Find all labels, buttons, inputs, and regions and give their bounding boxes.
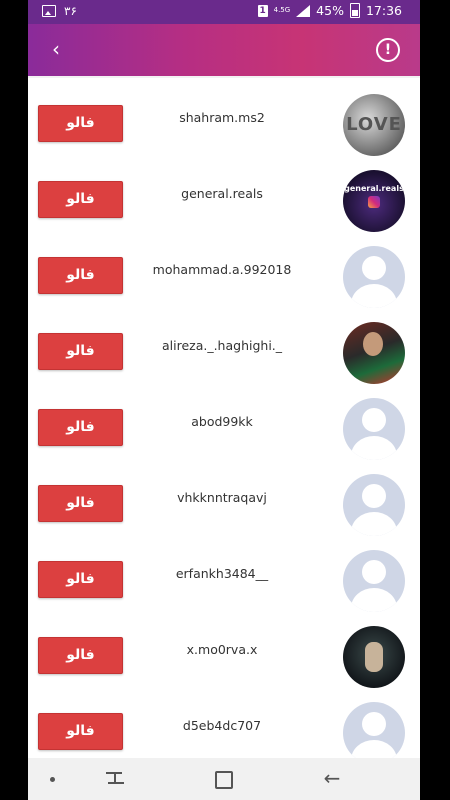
clock: 17:36	[365, 3, 402, 18]
username-label: x.mo0rva.x	[186, 642, 258, 657]
network-type: 4.5G	[273, 6, 291, 14]
info-icon[interactable]: !	[376, 38, 400, 62]
username-label: erfankh3484__	[175, 566, 269, 581]
avatar-photo[interactable]: LOVE	[343, 94, 405, 156]
avatar-shoulders-shape	[351, 284, 397, 308]
avatar-shoulders-shape	[351, 740, 397, 758]
status-left-text: ۳۶	[64, 4, 77, 18]
username-label: d5eb4dc707	[182, 718, 262, 733]
avatar-brand-text: general.reals	[344, 184, 404, 193]
avatar-head-shape	[362, 408, 386, 432]
follow-button[interactable]: فالو	[38, 105, 123, 142]
user-row[interactable]: فالو erfankh3484__	[28, 534, 420, 612]
avatar-love-text: LOVE	[346, 114, 402, 135]
default-avatar-icon[interactable]	[343, 474, 405, 536]
user-row[interactable]: فالو x.mo0rva.x	[28, 610, 420, 688]
battery-icon	[349, 3, 360, 18]
follow-button[interactable]: فالو	[38, 713, 123, 750]
sim-icon: 1	[257, 4, 268, 17]
username-label: abod99kk	[191, 414, 253, 429]
default-avatar-icon[interactable]	[343, 550, 405, 612]
username-label: general.reals	[181, 186, 263, 201]
avatar-photo[interactable]	[343, 626, 405, 688]
phone-screen: ۳۶ 1 4.5G 45% 17:36 ‹ ! فالو shahram.ms2 L…	[28, 0, 420, 800]
default-avatar-icon[interactable]	[343, 246, 405, 308]
username-label: vhkknntraqavj	[177, 490, 267, 505]
recent-apps-icon[interactable]	[106, 770, 124, 786]
signal-icon	[296, 4, 311, 17]
avatar-head-shape	[362, 560, 386, 584]
follow-button[interactable]: فالو	[38, 485, 123, 522]
user-list[interactable]: فالو shahram.ms2 LOVE فالو general.reals gene…	[28, 78, 420, 758]
status-bar: ۳۶ 1 4.5G 45% 17:36	[28, 0, 420, 24]
avatar-head-shape	[362, 712, 386, 736]
follow-button[interactable]: فالو	[38, 181, 123, 218]
home-icon[interactable]	[215, 771, 233, 789]
user-row[interactable]: فالو mohammad.a.992018	[28, 230, 420, 308]
avatar-face-shape	[363, 332, 383, 356]
back-arrow-icon[interactable]: ←	[321, 767, 343, 789]
user-row[interactable]: فالو d5eb4dc707	[28, 686, 420, 758]
default-avatar-icon[interactable]	[343, 398, 405, 460]
avatar-shoulders-shape	[351, 436, 397, 460]
instagram-icon	[368, 196, 380, 208]
back-chevron-icon[interactable]: ‹	[44, 38, 68, 62]
avatar-head-shape	[362, 484, 386, 508]
avatar-photo[interactable]	[343, 322, 405, 384]
system-nav-bar: ←	[28, 758, 420, 800]
follow-button[interactable]: فالو	[38, 561, 123, 598]
avatar-shoulders-shape	[351, 588, 397, 612]
username-label: shahram.ms2	[179, 110, 265, 125]
follow-button[interactable]: فالو	[38, 409, 123, 446]
gallery-icon	[42, 5, 56, 17]
user-row[interactable]: فالو alireza._.haghighi._	[28, 306, 420, 384]
user-row[interactable]: فالو shahram.ms2 LOVE	[28, 78, 420, 156]
default-avatar-icon[interactable]	[343, 702, 405, 758]
user-row[interactable]: فالو vhkknntraqavj	[28, 458, 420, 536]
status-right: 1 4.5G 45% 17:36	[257, 3, 402, 18]
avatar-head-shape	[362, 256, 386, 280]
status-left: ۳۶	[42, 4, 77, 18]
user-row[interactable]: فالو general.reals general.reals	[28, 154, 420, 232]
battery-percent: 45%	[316, 3, 344, 18]
user-row[interactable]: فالو abod99kk	[28, 382, 420, 460]
nav-dot-icon	[50, 777, 55, 782]
username-label: mohammad.a.992018	[152, 262, 292, 277]
follow-button[interactable]: فالو	[38, 637, 123, 674]
avatar-figure-shape	[365, 642, 383, 672]
avatar-shoulders-shape	[351, 512, 397, 536]
username-label: alireza._.haghighi._	[161, 338, 283, 353]
app-bar: ‹ !	[28, 24, 420, 76]
follow-button[interactable]: فالو	[38, 333, 123, 370]
avatar-photo[interactable]: general.reals	[343, 170, 405, 232]
follow-button[interactable]: فالو	[38, 257, 123, 294]
